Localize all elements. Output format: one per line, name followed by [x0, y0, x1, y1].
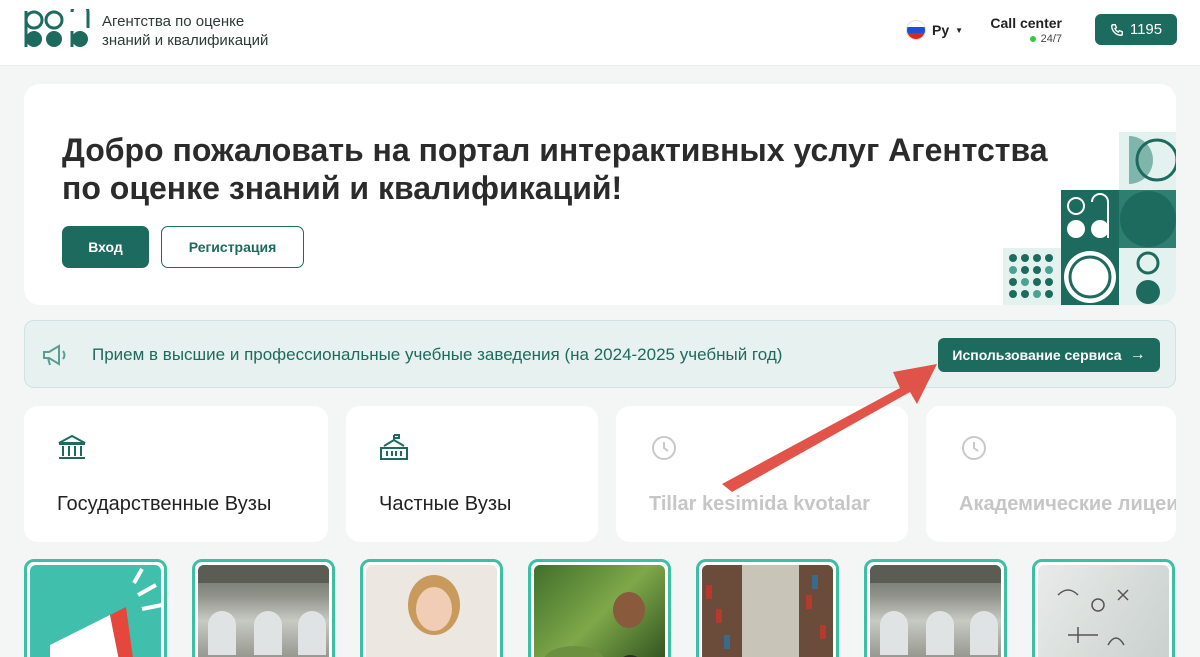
service-tile-bookshelves[interactable] — [696, 559, 839, 657]
service-tile-library-hall[interactable] — [192, 559, 335, 657]
service-tile-students-outdoors[interactable] — [528, 559, 671, 657]
language-selector[interactable]: Ру ▼ — [906, 20, 963, 40]
service-tile-announcements[interactable] — [24, 559, 167, 657]
agency-logo[interactable] — [24, 9, 94, 49]
megaphone-illustration — [50, 568, 161, 657]
agency-name-line1: Агентства по оценке — [102, 13, 245, 30]
government-building-icon — [58, 434, 86, 459]
hero-decorative-pattern — [1003, 132, 1176, 305]
service-tile-whiteboard[interactable] — [1032, 559, 1175, 657]
call-center-info: Call center 24/7 — [990, 15, 1062, 45]
category-card-academic-lyceums: Академические лицеи — [926, 406, 1176, 542]
login-button[interactable]: Вход — [62, 226, 149, 268]
category-label: Академические лицеи — [959, 493, 1176, 515]
megaphone-icon — [43, 344, 66, 366]
phone-icon — [1110, 23, 1123, 36]
whiteboard-photo — [1057, 589, 1129, 646]
category-label: Частные Вузы — [379, 493, 512, 515]
student-photo — [408, 575, 460, 635]
clock-icon — [652, 436, 676, 460]
category-label: Tillar kesimida kvotalar — [649, 493, 870, 515]
clock-icon — [962, 436, 986, 460]
category-card-private-universities[interactable]: Частные Вузы — [346, 406, 598, 542]
language-label: Ру — [932, 22, 950, 38]
call-center-hours: 24/7 — [1040, 33, 1062, 45]
hero-title: Добро пожаловать на портал интерактивных… — [62, 132, 1048, 206]
school-building-icon — [380, 434, 408, 460]
arrow-right-icon: → — [1129, 346, 1146, 363]
chevron-down-icon: ▼ — [955, 25, 964, 35]
service-tile-student-portrait[interactable] — [360, 559, 503, 657]
category-card-state-universities[interactable]: Государственные Вузы — [24, 406, 328, 542]
use-service-button[interactable]: Использование сервиса → — [938, 338, 1160, 372]
agency-name-line2: знаний и квалификаций — [102, 32, 269, 49]
russia-flag-icon — [906, 20, 926, 40]
service-tile-hall-interior[interactable] — [864, 559, 1007, 657]
welcome-hero: Добро пожаловать на портал интерактивных… — [24, 84, 1176, 305]
outdoor-photo — [544, 592, 645, 657]
phone-number: 1195 — [1129, 21, 1163, 38]
agency-name: Агентства по оценке знаний и квалификаци… — [102, 12, 268, 50]
admission-banner: Прием в высшие и профессиональные учебны… — [24, 320, 1176, 388]
site-header: Агентства по оценке знаний и квалификаци… — [0, 0, 1200, 66]
hall-photo — [198, 565, 329, 655]
online-status-dot — [1029, 36, 1036, 43]
call-center-label: Call center — [990, 15, 1062, 31]
category-card-language-quotas: Tillar kesimida kvotalar — [616, 406, 908, 542]
category-label: Государственные Вузы — [57, 493, 272, 515]
admission-banner-text: Прием в высшие и профессиональные учебны… — [92, 345, 783, 364]
use-service-label: Использование сервиса — [952, 347, 1122, 363]
register-button[interactable]: Регистрация — [161, 226, 304, 268]
library-photo — [702, 565, 833, 657]
interior-photo — [870, 565, 1001, 655]
phone-call-button[interactable]: 1195 — [1095, 14, 1177, 45]
